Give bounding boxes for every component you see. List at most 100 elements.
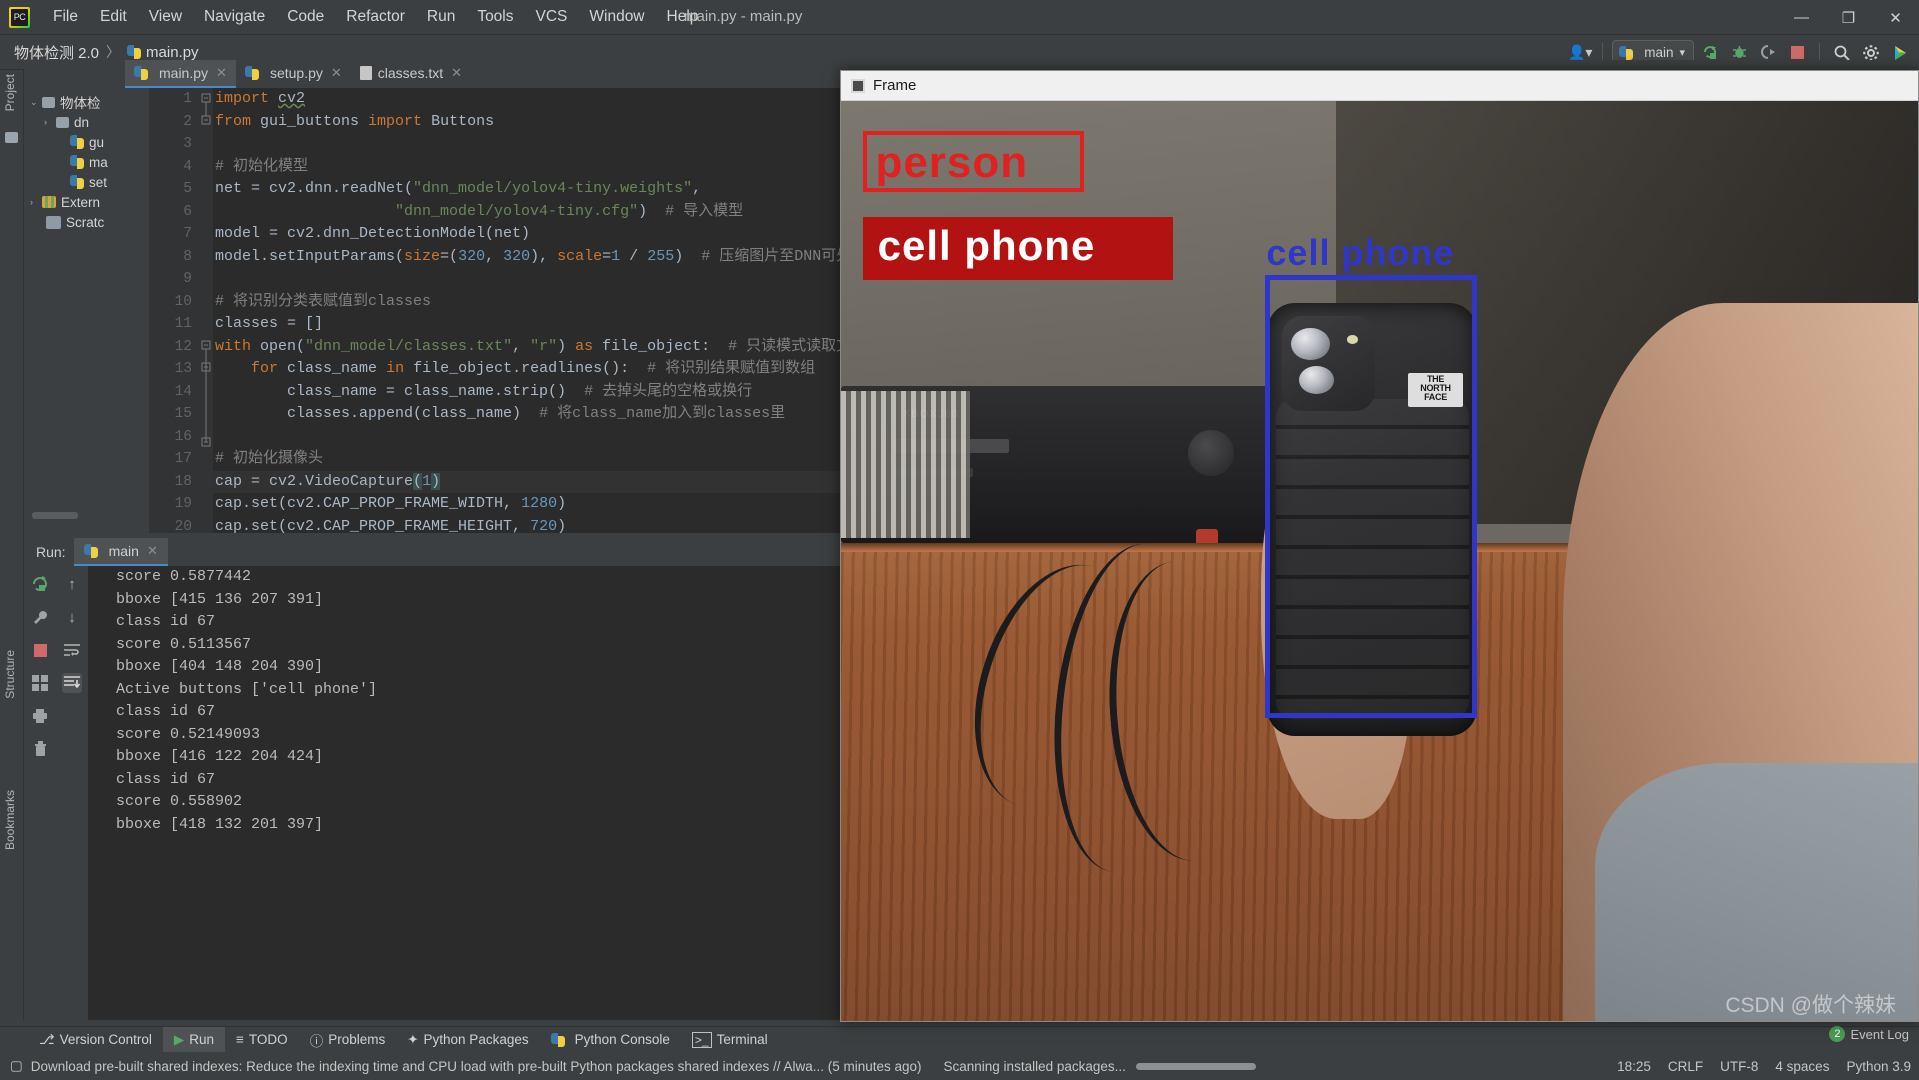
maximize-button[interactable]: ❐ (1825, 0, 1872, 35)
bottom-item-todo[interactable]: ≡ TODO (225, 1027, 299, 1053)
line-number: 13 (174, 361, 192, 377)
breadcrumb-file[interactable]: main.py (127, 44, 199, 61)
run-label: Run: (36, 544, 66, 560)
code-token: file_object: (602, 337, 729, 355)
layout-icon[interactable] (30, 673, 50, 693)
bottom-item-label: Version Control (59, 1032, 152, 1047)
tree-item-gui-buttons[interactable]: gu (24, 132, 149, 152)
menu-navigate[interactable]: Navigate (193, 5, 276, 29)
warning-icon: ⓘ (309, 1033, 324, 1049)
scroll-down-icon[interactable]: ↓ (62, 607, 82, 627)
code-token: cap = cv2.VideoCapture (215, 472, 414, 490)
menu-vcs[interactable]: VCS (525, 5, 579, 29)
code-token: 1 (611, 247, 621, 265)
tree-item-label: ma (89, 154, 108, 170)
print-icon[interactable] (30, 706, 50, 726)
code-token: class_name (287, 360, 387, 377)
text-file-icon (359, 66, 372, 80)
bottom-item-python-console[interactable]: Python Console (540, 1027, 681, 1053)
project-folder-icon (5, 132, 18, 143)
code-folding-column[interactable] (199, 88, 213, 533)
scratches-icon (46, 215, 61, 229)
project-horizontal-scrollbar[interactable] (32, 512, 78, 519)
status-interpreter[interactable]: Python 3.9 (1846, 1059, 1911, 1074)
code-token: open( (260, 337, 306, 355)
code-token: = (602, 247, 612, 265)
status-encoding[interactable]: UTF-8 (1720, 1059, 1758, 1074)
menu-file[interactable]: File (42, 5, 89, 29)
soft-wrap-icon[interactable] (62, 640, 82, 660)
minimize-button[interactable]: — (1778, 0, 1825, 35)
tool-window-structure[interactable]: Structure (3, 650, 17, 699)
scroll-up-icon[interactable]: ↑ (62, 574, 82, 594)
close-icon[interactable]: ✕ (216, 65, 227, 81)
bottom-item-label: Python Packages (423, 1032, 529, 1047)
tree-item-project-root[interactable]: ⌄ 物体检 (24, 92, 149, 112)
line-number: 17 (174, 451, 192, 467)
bottom-item-terminal[interactable]: >_ Terminal (681, 1027, 779, 1053)
line-number: 20 (174, 518, 192, 534)
menu-window[interactable]: Window (578, 5, 655, 29)
run-tab-label: main (108, 543, 139, 559)
bottom-item-version-control[interactable]: ⎇ Version Control (28, 1027, 163, 1053)
tree-item-main[interactable]: ma (24, 152, 149, 172)
code-token: with (215, 337, 261, 355)
bottom-item-problems[interactable]: ⓘ Problems (299, 1027, 397, 1053)
status-notification[interactable]: Download pre-built shared indexes: Reduc… (31, 1059, 922, 1074)
stop-icon[interactable] (30, 640, 50, 660)
menu-refactor[interactable]: Refactor (335, 5, 416, 29)
status-indent[interactable]: 4 spaces (1775, 1059, 1829, 1074)
tab-main-py[interactable]: main.py ✕ (125, 60, 236, 88)
menu-tools[interactable]: Tools (466, 5, 524, 29)
code-token: model.setInputParams( (215, 247, 405, 265)
code-token: "dnn_model/classes.txt" (305, 337, 513, 355)
python-icon (550, 1032, 565, 1047)
line-number: 8 (183, 248, 192, 265)
code-token: 1280 (521, 495, 558, 512)
menu-edit[interactable]: Edit (89, 5, 138, 29)
opencv-frame-window[interactable]: Frame XBOX360 (840, 70, 1919, 1022)
code-token: , (692, 180, 702, 197)
code-token: scale (557, 247, 603, 265)
tab-setup-py[interactable]: setup.py ✕ (236, 60, 351, 88)
menu-run[interactable]: Run (416, 5, 466, 29)
tree-item-scratches[interactable]: Scratc (24, 212, 149, 232)
code-token: ) (674, 247, 702, 265)
bottom-item-python-packages[interactable]: ✦ Python Packages (396, 1027, 539, 1053)
bottom-item-label: Run (189, 1032, 215, 1047)
chevron-right-icon[interactable]: › (44, 117, 56, 127)
tool-window-project[interactable]: Project (3, 74, 17, 111)
code-token: ) (431, 472, 441, 490)
tree-item-external-libraries[interactable]: › Extern (24, 192, 149, 212)
chevron-down-icon[interactable]: ⌄ (30, 97, 42, 108)
pycharm-window: File Edit View Navigate Code Refactor Ru… (0, 0, 1919, 1080)
close-icon[interactable]: ✕ (451, 65, 462, 81)
close-icon[interactable]: ✕ (147, 543, 158, 559)
event-log-button[interactable]: 2 Event Log (1829, 1026, 1909, 1042)
tree-item-dnn-model[interactable]: › dn (24, 112, 149, 132)
status-line-separator[interactable]: CRLF (1668, 1059, 1703, 1074)
menu-code[interactable]: Code (276, 5, 335, 29)
folder-icon (42, 96, 55, 108)
line-number-gutter: 1 2 3 4 5 6 7 8 9 10 11 12 13 14 15 16 17 18 19 20 (149, 88, 199, 533)
rerun-icon[interactable] (30, 574, 50, 594)
close-icon[interactable]: ✕ (331, 65, 342, 81)
tree-item-setup[interactable]: set (24, 172, 149, 192)
menu-view[interactable]: View (138, 5, 193, 29)
run-actions-column (24, 566, 56, 1020)
tool-window-bookmarks[interactable]: Bookmarks (3, 790, 17, 850)
scroll-to-end-icon[interactable] (62, 673, 82, 693)
frame-window-title-bar: Frame (841, 71, 1918, 101)
settings-wrench-icon[interactable] (30, 607, 50, 627)
list-icon: ≡ (236, 1032, 244, 1047)
run-tab-main[interactable]: main ✕ (73, 538, 168, 566)
line-number: 2 (183, 113, 192, 130)
code-token: , (512, 337, 531, 355)
window-controls: — ❐ ✕ (1778, 0, 1919, 35)
trash-icon[interactable] (30, 739, 50, 759)
close-button[interactable]: ✕ (1872, 0, 1919, 35)
run-tool-buttons: ↑ ↓ (24, 566, 88, 1020)
tab-classes-txt[interactable]: classes.txt ✕ (351, 60, 471, 88)
bottom-item-run[interactable]: ▶ Run (162, 1026, 226, 1053)
chevron-right-icon[interactable]: › (30, 197, 42, 207)
